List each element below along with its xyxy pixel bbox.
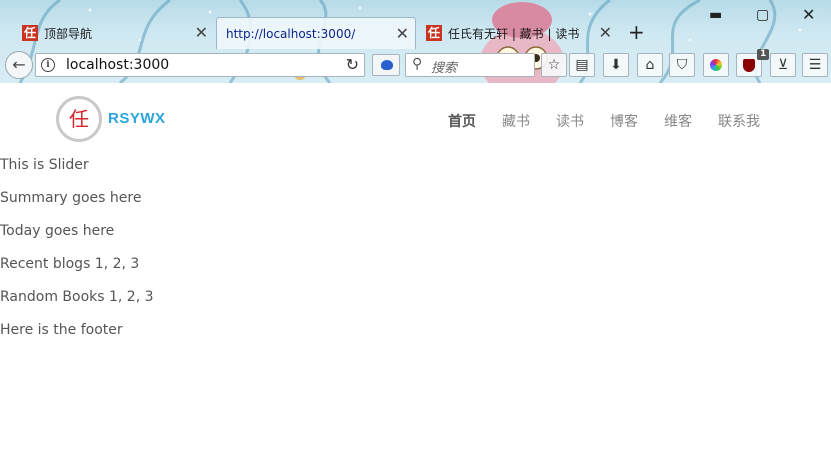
search-input[interactable]: ⚲ 搜索 [405,53,535,77]
color-wheel-icon [710,59,722,71]
search-engine-icon [381,60,393,70]
footer-placeholder: Here is the footer [0,322,123,338]
ublock-shield-icon [743,58,755,72]
home-icon: ⌂ [645,57,655,73]
reading-list-button[interactable]: ▤ [569,53,595,77]
color-extension-button[interactable] [703,53,729,77]
download-circle-icon: ⊻ [777,57,789,73]
brand-name[interactable]: RSYWX [108,110,166,127]
close-tab-icon[interactable]: ✕ [599,25,612,41]
downloads-button[interactable]: ⬇ [603,53,629,77]
hamburger-menu-icon: ☰ [808,57,822,73]
new-tab-button[interactable]: + [628,22,645,42]
search-engine-button[interactable] [372,54,400,76]
browser-chrome: ▬ ▢ ✕ 任 顶部导航 ✕ http://localhost:3000/ ✕ … [0,0,831,83]
back-button[interactable]: ← [5,51,33,79]
site-logo[interactable]: 任 [56,96,102,142]
pocket-icon: ⛉ [676,57,688,73]
minimize-icon[interactable]: ▬ [709,7,722,23]
recent-blogs-placeholder: Recent blogs 1, 2, 3 [0,256,140,272]
tab-label: http://localhost:3000/ [226,26,356,41]
ublock-badge: 1 [757,49,770,60]
search-placeholder: 搜索 [431,61,458,76]
pocket-button[interactable]: ⛉ [669,53,695,77]
reload-icon[interactable]: ↻ [346,55,359,74]
address-bar[interactable]: i localhost:3000 ↻ [35,53,365,77]
home-button[interactable]: ⌂ [637,53,663,77]
maximize-icon[interactable]: ▢ [756,7,769,23]
site-favicon-icon: 任 [22,25,38,41]
nav-books[interactable]: 藏书 [502,111,530,131]
random-books-placeholder: Random Books 1, 2, 3 [0,289,154,305]
tab-label: 顶部导航 [44,26,93,41]
search-icon: ⚲ [412,56,423,72]
star-icon: ☆ [547,57,561,73]
clipboard-icon: ▤ [575,57,589,73]
site-info-icon[interactable]: i [41,58,55,72]
site-favicon-icon: 任 [426,25,442,41]
nav-blog[interactable]: 博客 [610,111,638,131]
close-window-icon[interactable]: ✕ [802,7,815,23]
site-header: 任 RSYWX 首页 藏书 读书 博客 维客 联系我 [0,83,831,156]
close-tab-icon[interactable]: ✕ [396,26,409,42]
tab-label: 任氏有无轩 | 藏书 | 读书 [448,26,580,41]
bookmark-star-button[interactable]: ☆ [541,53,567,77]
today-placeholder: Today goes here [0,223,115,239]
tab-top-nav[interactable]: 任 顶部导航 ✕ [22,17,214,49]
close-tab-icon[interactable]: ✕ [195,25,208,41]
tab-localhost[interactable]: http://localhost:3000/ ✕ [216,17,416,49]
summary-placeholder: Summary goes here [0,190,142,206]
address-text[interactable]: localhost:3000 [66,57,169,73]
nav-reading[interactable]: 读书 [556,111,584,131]
slider-placeholder: This is Slider [0,157,89,173]
nav-contact[interactable]: 联系我 [718,111,760,131]
menu-button[interactable]: ☰ [802,53,828,77]
tab-rsywx[interactable]: 任 任氏有无轩 | 藏书 | 读书 ✕ [426,17,618,49]
nav-wiki[interactable]: 维客 [664,111,692,131]
main-content: This is Slider Summary goes here Today g… [0,156,154,354]
download-arrow-icon: ⬇ [610,57,622,73]
nav-home[interactable]: 首页 [448,111,476,131]
back-arrow-icon: ← [12,55,26,74]
download-manager-button[interactable]: ⊻ [770,53,796,77]
